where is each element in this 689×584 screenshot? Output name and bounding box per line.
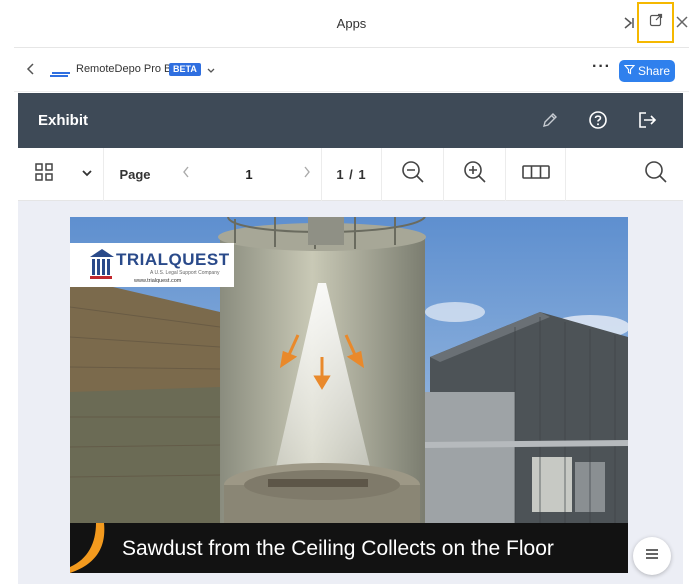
chevron-down-icon <box>81 166 93 184</box>
caption-swoosh-icon <box>70 523 105 573</box>
grid-icon <box>34 162 54 187</box>
prev-page-button[interactable] <box>166 148 206 201</box>
close-icon[interactable] <box>674 12 689 34</box>
hamburger-menu-icon <box>644 547 660 566</box>
fit-width-button[interactable] <box>506 148 566 201</box>
logo-tagline: A U.S. Legal Support Company <box>150 270 220 276</box>
app-window: Apps RemoteDepo Pro Beta BETA ··· Share … <box>0 0 689 584</box>
page-count-cell: 1 / 1 <box>322 148 382 201</box>
window-titlebar: Apps <box>14 0 689 48</box>
brand-logo-icon <box>50 66 72 77</box>
page-label: Page <box>119 167 151 182</box>
app-header: RemoteDepo Pro Beta BETA ··· Share <box>14 48 689 92</box>
exhibit-header: Exhibit <box>18 93 683 148</box>
more-menu-button[interactable]: ··· <box>592 58 611 76</box>
collapse-icon[interactable] <box>622 12 636 34</box>
page-number-input[interactable] <box>209 157 289 192</box>
viewer-toolbar: Page 1 / 1 <box>18 148 683 201</box>
chevron-right-icon <box>302 165 312 184</box>
beta-badge: BETA <box>169 63 201 76</box>
zoom-out-icon <box>400 159 426 190</box>
page-input-cell <box>206 148 292 201</box>
thumbnail-grid-button[interactable] <box>18 148 70 201</box>
chevron-down-icon[interactable] <box>206 63 216 73</box>
exit-icon[interactable] <box>636 110 658 130</box>
help-icon[interactable] <box>588 110 608 130</box>
page-label-cell: Page <box>104 148 166 201</box>
popout-icon <box>649 13 663 32</box>
back-icon[interactable] <box>26 62 36 76</box>
pencil-icon[interactable] <box>540 110 560 130</box>
share-label: Share <box>637 64 671 78</box>
caption-text: Sawdust from the Ceiling Collects on the… <box>122 537 554 560</box>
chevron-left-icon <box>181 165 191 184</box>
menu-fab-button[interactable] <box>633 537 671 575</box>
document-viewer[interactable]: TRIALQUEST A U.S. Legal Support Company … <box>18 201 683 584</box>
exhibit-title: Exhibit <box>38 112 89 129</box>
next-page-button[interactable] <box>292 148 322 201</box>
search-icon <box>643 159 669 190</box>
logo-url: www.trialquest.com <box>134 278 182 284</box>
share-button[interactable]: Share <box>619 60 675 82</box>
filter-icon <box>623 64 636 78</box>
zoom-in-button[interactable] <box>444 148 506 201</box>
search-button[interactable] <box>628 148 683 201</box>
columns-icon <box>521 163 551 186</box>
grid-dropdown-button[interactable] <box>70 148 104 201</box>
zoom-out-button[interactable] <box>382 148 444 201</box>
exhibit-page-image: TRIALQUEST A U.S. Legal Support Company … <box>70 217 628 573</box>
zoom-in-icon <box>462 159 488 190</box>
logo-name: TRIALQUEST <box>116 250 230 269</box>
trialquest-logo: TRIALQUEST A U.S. Legal Support Company … <box>70 243 234 287</box>
page-count: 1 / 1 <box>336 167 367 182</box>
window-title: Apps <box>336 16 367 31</box>
popout-button[interactable] <box>637 2 674 43</box>
columns-logo-icon <box>90 249 114 284</box>
